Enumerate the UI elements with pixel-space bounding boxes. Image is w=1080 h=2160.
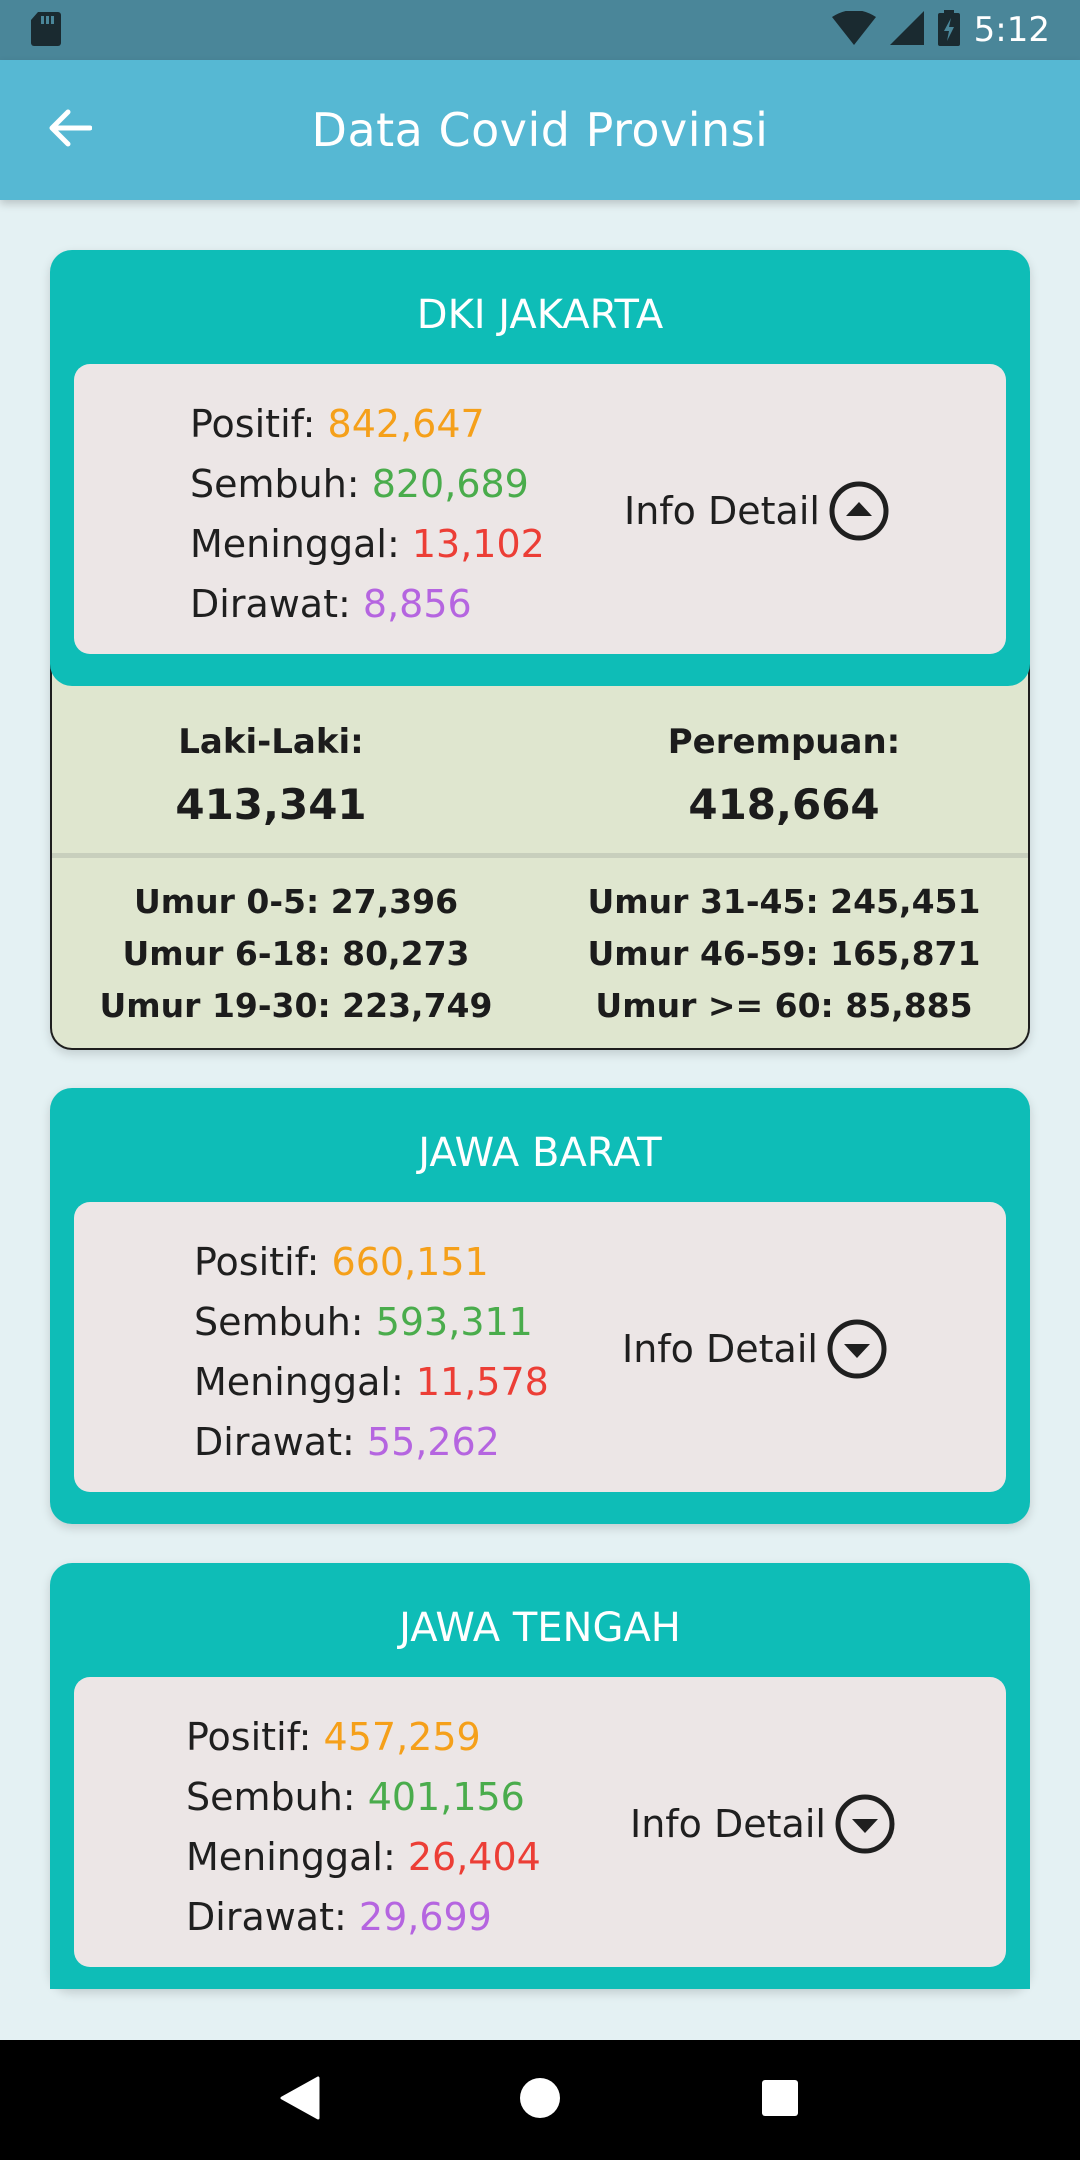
meninggal-value: 11,578 [415,1360,549,1404]
meninggal-value: 26,404 [407,1835,541,1879]
info-detail-label: Info Detail [624,489,820,533]
status-bar: 5:12 [0,0,1080,60]
male-value: 413,341 [175,780,367,829]
back-triangle-icon [280,2076,320,2124]
recents-square-icon [760,2078,800,2122]
meninggal-value: 13,102 [411,522,545,566]
gender-row: Laki-Laki: 413,341 Perempuan: 418,664 [52,686,1028,858]
battery-charging-icon [937,10,960,50]
info-detail-label: Info Detail [622,1327,818,1371]
cell-signal-icon [889,11,924,49]
info-detail-label: Info Detail [630,1802,826,1846]
positif-value: 457,259 [323,1715,481,1759]
status-icons: 5:12 [831,10,1050,50]
province-card-header: DKI JAKARTA Positif: 842,647 Sembuh: 820… [50,250,1030,686]
nav-home-button[interactable] [500,2060,580,2140]
stat-meninggal: Meninggal: 11,578 [194,1360,549,1404]
female-value: 418,664 [688,780,880,829]
sembuh-value: 401,156 [367,1775,525,1819]
positif-value: 660,151 [331,1240,489,1284]
stat-positif: Positif: 457,259 [186,1715,481,1759]
province-card-header: JAWA TENGAH Positif: 457,259 Sembuh: 401… [50,1563,1030,1989]
app-bar: Data Covid Provinsi [0,60,1080,200]
gender-female: Perempuan: 418,664 [540,686,1028,853]
summary-box: Positif: 457,259 Sembuh: 401,156 Meningg… [74,1677,1006,1967]
wifi-icon [831,10,876,49]
sembuh-value: 593,311 [375,1300,533,1344]
age-item: Umur >= 60: 85,885 [595,986,973,1025]
sembuh-value: 820,689 [371,462,529,506]
province-card-jawa-tengah: JAWA TENGAH Positif: 457,259 Sembuh: 401… [50,1563,1030,1989]
sd-card-icon [30,10,62,50]
stat-positif: Positif: 660,151 [194,1240,489,1284]
stat-sembuh: Sembuh: 401,156 [186,1775,525,1819]
age-col-right: Umur 31-45: 245,451 Umur 46-59: 165,871 … [540,876,1028,1032]
stat-meninggal: Meninggal: 13,102 [190,522,545,566]
chevron-down-icon [834,1793,896,1855]
stat-dirawat: Dirawat: 55,262 [194,1420,500,1464]
age-item: Umur 46-59: 165,871 [587,934,981,973]
province-name: JAWA BARAT [418,1130,662,1176]
info-detail-button[interactable]: Info Detail [630,1793,896,1855]
stat-dirawat: Dirawat: 8,856 [190,582,472,626]
stat-sembuh: Sembuh: 593,311 [194,1300,533,1344]
age-col-left: Umur 0-5: 27,396 Umur 6-18: 80,273 Umur … [52,876,540,1032]
female-label: Perempuan: [667,722,901,762]
age-item: Umur 0-5: 27,396 [133,882,459,921]
home-circle-icon [518,2076,562,2124]
stat-positif: Positif: 842,647 [190,402,485,446]
stat-meninggal: Meninggal: 26,404 [186,1835,541,1879]
stat-dirawat: Dirawat: 29,699 [186,1895,492,1939]
info-detail-button[interactable]: Info Detail [624,480,890,542]
chevron-down-icon [826,1318,888,1380]
male-label: Laki-Laki: [178,722,364,762]
age-item: Umur 19-30: 223,749 [99,986,493,1025]
status-time: 5:12 [973,10,1050,50]
chevron-up-icon [828,480,890,542]
system-nav-bar [0,2040,1080,2160]
summary-box: Positif: 660,151 Sembuh: 593,311 Meningg… [74,1202,1006,1492]
summary-box: Positif: 842,647 Sembuh: 820,689 Meningg… [74,364,1006,654]
positif-value: 842,647 [327,402,485,446]
age-item: Umur 31-45: 245,451 [587,882,981,921]
stat-sembuh: Sembuh: 820,689 [190,462,529,506]
province-card-header: JAWA BARAT Positif: 660,151 Sembuh: 593,… [50,1088,1030,1524]
dirawat-value: 55,262 [366,1420,500,1464]
detail-panel: Laki-Laki: 413,341 Perempuan: 418,664 Um… [50,652,1030,1050]
age-grid: Umur 0-5: 27,396 Umur 6-18: 80,273 Umur … [52,858,1028,1048]
page-title: Data Covid Provinsi [311,103,769,157]
gender-male: Laki-Laki: 413,341 [52,686,540,853]
dirawat-value: 29,699 [358,1895,492,1939]
province-name: DKI JAKARTA [416,292,664,338]
nav-recents-button[interactable] [740,2060,820,2140]
province-card-dki-jakarta: DKI JAKARTA Positif: 842,647 Sembuh: 820… [50,250,1030,1050]
nav-back-button[interactable] [260,2060,340,2140]
back-button[interactable] [40,100,100,160]
province-card-jawa-barat: JAWA BARAT Positif: 660,151 Sembuh: 593,… [50,1088,1030,1524]
info-detail-button[interactable]: Info Detail [622,1318,888,1380]
dirawat-value: 8,856 [362,582,472,626]
arrow-left-icon [48,108,93,152]
province-name: JAWA TENGAH [399,1605,681,1651]
age-item: Umur 6-18: 80,273 [122,934,470,973]
